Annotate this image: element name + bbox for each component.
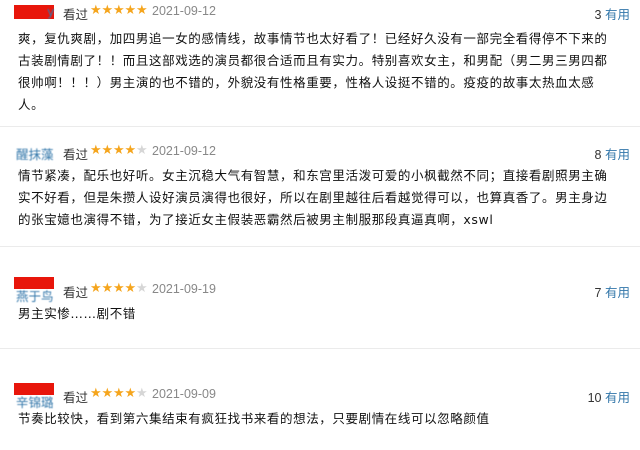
reviewer-name[interactable]: 醒抹藻 — [16, 144, 54, 163]
review-text: 男主实惨……剧不错 — [18, 306, 136, 321]
useful-button[interactable]: 有用 — [605, 148, 630, 162]
review-item: 醒抹藻 看过 ★ ★ ★ ★ ★ 2021-09-12 8 有用 情节紧凑，配乐也好听。… — [0, 140, 640, 250]
star-empty-icon: ★ — [136, 386, 148, 401]
star-filled-icon: ★ — [101, 3, 114, 18]
useful-button[interactable]: 有用 — [605, 8, 630, 22]
review-item: 辛锦璐 看过 ★ ★ ★ ★ ★ 2021-09-09 10 有用 节奏比较快，看到第六… — [0, 383, 640, 450]
review-date: 2021-09-19 — [152, 282, 216, 296]
star-filled-icon: ★ — [113, 143, 125, 158]
star-filled-icon: ★ — [101, 386, 114, 401]
star-filled-icon: ★ — [124, 386, 137, 401]
review-item: 燕于鸟 看过 ★ ★ ★ ★ ★ 2021-09-19 7 有用 男主实惨……剧不错 — [0, 277, 640, 338]
star-filled-icon: ★ — [113, 3, 125, 18]
reviewer-name[interactable]: y — [47, 4, 54, 19]
useful-vote[interactable]: 10 有用 — [588, 387, 630, 406]
review-meta: 辛锦璐 看过 ★ ★ ★ ★ ★ 2021-09-09 10 有用 — [0, 383, 640, 410]
star-filled-icon: ★ — [136, 3, 148, 18]
watched-status: 看过 — [63, 285, 89, 300]
star-filled-icon: ★ — [124, 281, 137, 296]
review-date: 2021-09-09 — [152, 387, 216, 401]
rating-stars: ★ ★ ★ ★ ★ — [90, 4, 148, 18]
useful-button[interactable]: 有用 — [605, 286, 630, 300]
useful-button[interactable]: 有用 — [605, 391, 630, 405]
useful-count: 3 — [594, 8, 602, 22]
useful-vote[interactable]: 3 有用 — [595, 4, 630, 23]
rating-stars: ★ ★ ★ ★ ★ — [90, 144, 148, 158]
review-divider — [0, 246, 640, 247]
review-text: 情节紧凑，配乐也好听。女主沉稳大气有智慧，和东宫里活泼可爱的小枫截然不同；直接看… — [18, 168, 608, 227]
star-filled-icon: ★ — [101, 143, 114, 158]
review-date: 2021-09-12 — [152, 4, 216, 18]
useful-count: 7 — [594, 286, 602, 300]
useful-vote[interactable]: 8 有用 — [595, 144, 630, 163]
star-filled-icon: ★ — [113, 281, 125, 296]
review-text: 节奏比较快，看到第六集结束有疯狂找书来看的想法，只要剧情在线可以忽略颜值 — [18, 411, 490, 426]
review-meta: 醒抹藻 看过 ★ ★ ★ ★ ★ 2021-09-12 8 有用 — [0, 142, 640, 163]
star-filled-icon: ★ — [90, 386, 102, 401]
rating-stars: ★ ★ ★ ★ ★ — [90, 282, 148, 296]
review-item: y 看过 ★ ★ ★ ★ ★ 2021-09-12 3 有用 爽，复仇爽剧，加四男追一女… — [0, 0, 640, 125]
star-filled-icon: ★ — [124, 3, 137, 18]
star-filled-icon: ★ — [101, 281, 114, 296]
star-filled-icon: ★ — [113, 386, 125, 401]
review-meta: 燕于鸟 看过 ★ ★ ★ ★ ★ 2021-09-19 7 有用 — [0, 277, 640, 304]
star-empty-icon: ★ — [136, 143, 148, 158]
star-empty-icon: ★ — [136, 281, 148, 296]
star-filled-icon: ★ — [90, 143, 102, 158]
star-filled-icon: ★ — [124, 143, 137, 158]
useful-count: 8 — [594, 148, 602, 162]
review-divider — [0, 348, 640, 349]
useful-count: 10 — [587, 391, 602, 405]
star-filled-icon: ★ — [90, 3, 102, 18]
watched-status: 看过 — [63, 390, 89, 405]
watched-status: 看过 — [63, 147, 89, 162]
star-filled-icon: ★ — [90, 281, 102, 296]
review-date: 2021-09-12 — [152, 144, 216, 158]
rating-stars: ★ ★ ★ ★ ★ — [90, 387, 148, 401]
useful-vote[interactable]: 7 有用 — [595, 282, 630, 301]
watched-status: 看过 — [63, 7, 89, 22]
review-divider — [0, 126, 640, 127]
review-text: 爽，复仇爽剧，加四男追一女的感情线，故事情节也太好看了！已经好久没有一部完全看得… — [18, 31, 608, 112]
review-meta: y 看过 ★ ★ ★ ★ ★ 2021-09-12 3 有用 — [0, 2, 640, 22]
